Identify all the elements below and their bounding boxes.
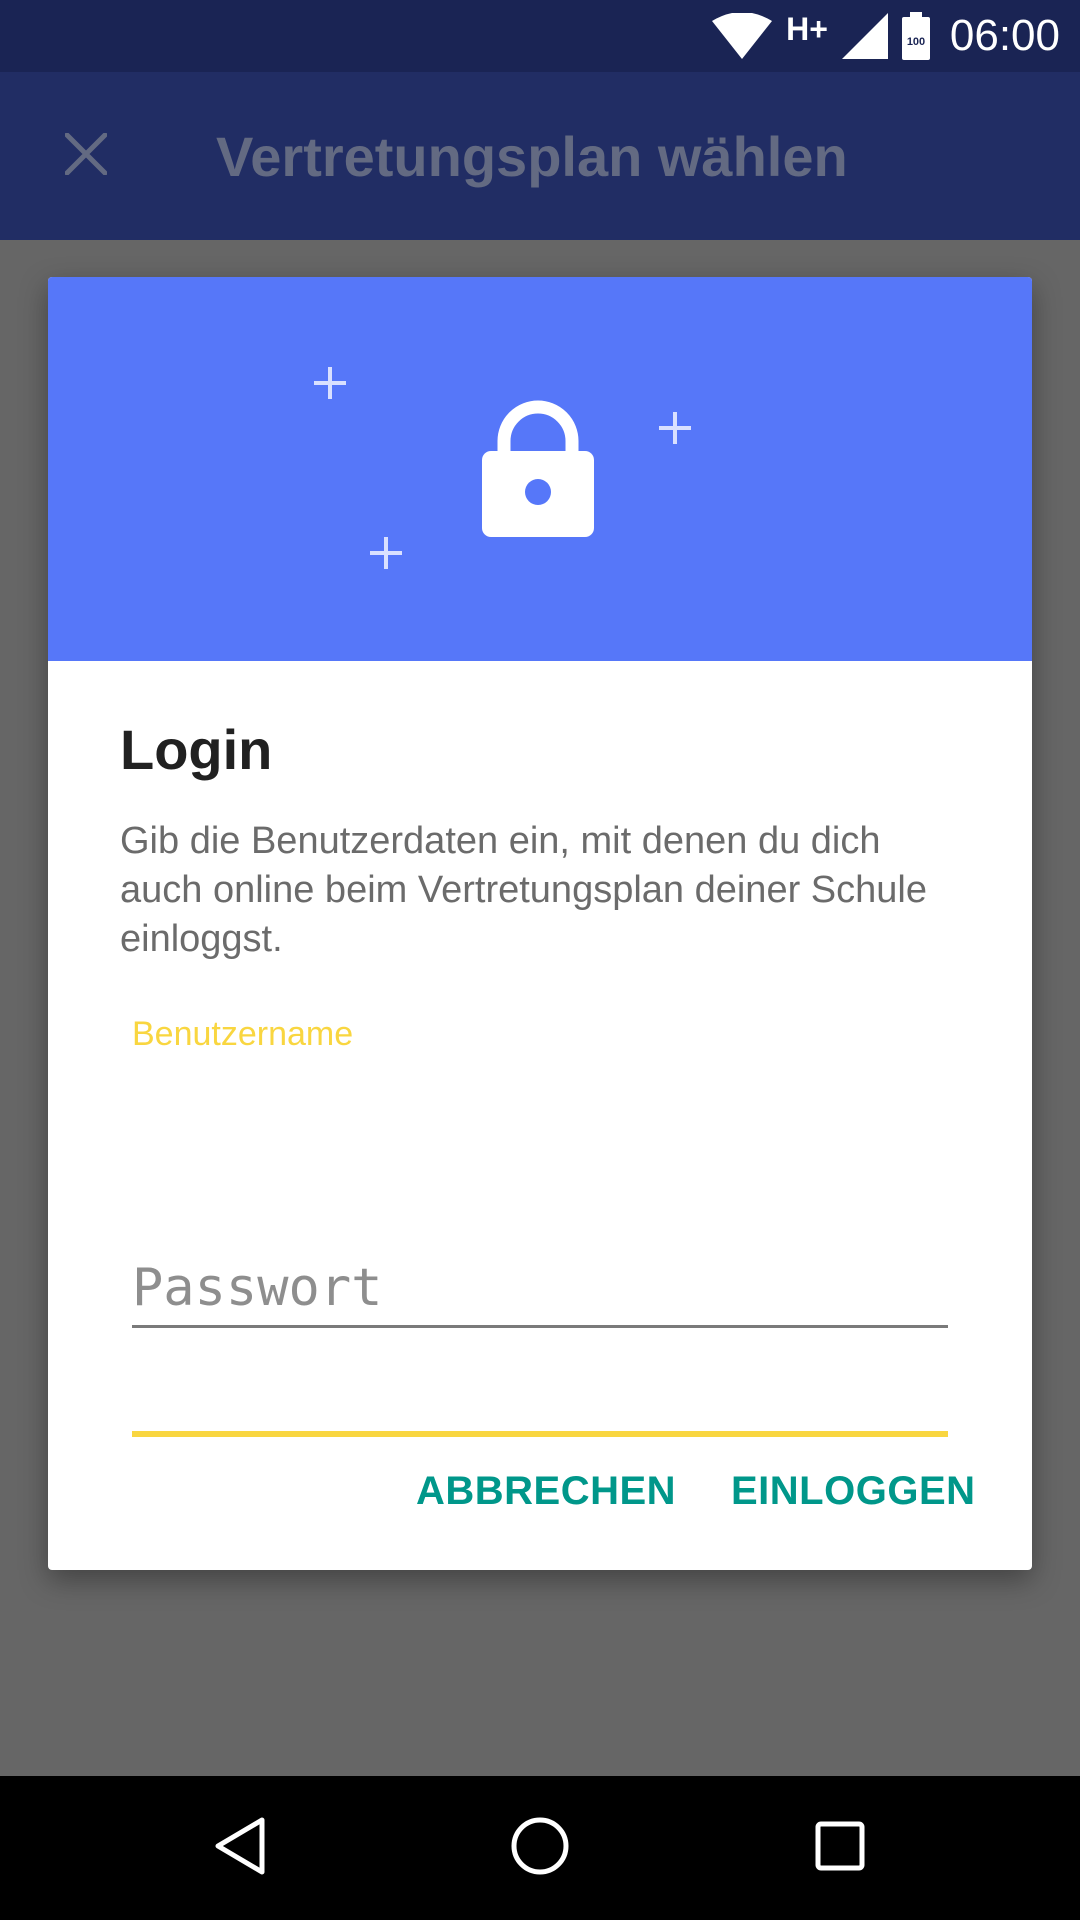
back-button[interactable] xyxy=(190,1798,290,1898)
dialog-title: Login xyxy=(120,718,273,781)
dialog-message: Gib die Benutzerdaten ein, mit denen du … xyxy=(120,820,927,960)
recents-button[interactable] xyxy=(790,1798,890,1898)
close-icon xyxy=(63,130,109,180)
status-bar: H+ 100 06:00 xyxy=(0,0,1080,72)
network-type: H+ xyxy=(786,11,828,47)
username-underline xyxy=(132,1431,948,1437)
password-underline xyxy=(132,1325,948,1328)
sparkle-icon xyxy=(370,537,402,569)
close-button[interactable] xyxy=(48,118,124,194)
home-icon xyxy=(511,1817,569,1880)
username-label: Benutzername xyxy=(132,1015,354,1053)
password-input[interactable] xyxy=(132,1252,948,1324)
navigation-bar xyxy=(0,1776,1080,1920)
lock-icon xyxy=(482,395,594,542)
cell-signal-icon xyxy=(841,13,888,59)
battery-level: 100 xyxy=(907,36,925,48)
page-title: Vertretungsplan wählen xyxy=(216,125,848,188)
battery-icon: 100 xyxy=(901,12,930,60)
username-input[interactable] xyxy=(132,1067,948,1137)
sparkle-icon xyxy=(659,412,691,444)
home-button[interactable] xyxy=(490,1798,590,1898)
clock: 06:00 xyxy=(949,11,1060,60)
login-dialog: Login Gib die Benutzerdaten ein, mit den… xyxy=(48,277,1032,1570)
wifi-icon xyxy=(712,13,773,59)
cancel-button[interactable]: ABBRECHEN xyxy=(416,1452,676,1530)
back-icon xyxy=(214,1817,266,1880)
app-bar: Vertretungsplan wählen xyxy=(0,72,1080,240)
dialog-header xyxy=(48,277,1032,661)
status-icons: H+ 100 06:00 xyxy=(712,0,1060,72)
login-button[interactable]: EINLOGGEN xyxy=(731,1452,976,1530)
recents-icon xyxy=(815,1821,865,1876)
sparkle-icon xyxy=(314,367,346,399)
